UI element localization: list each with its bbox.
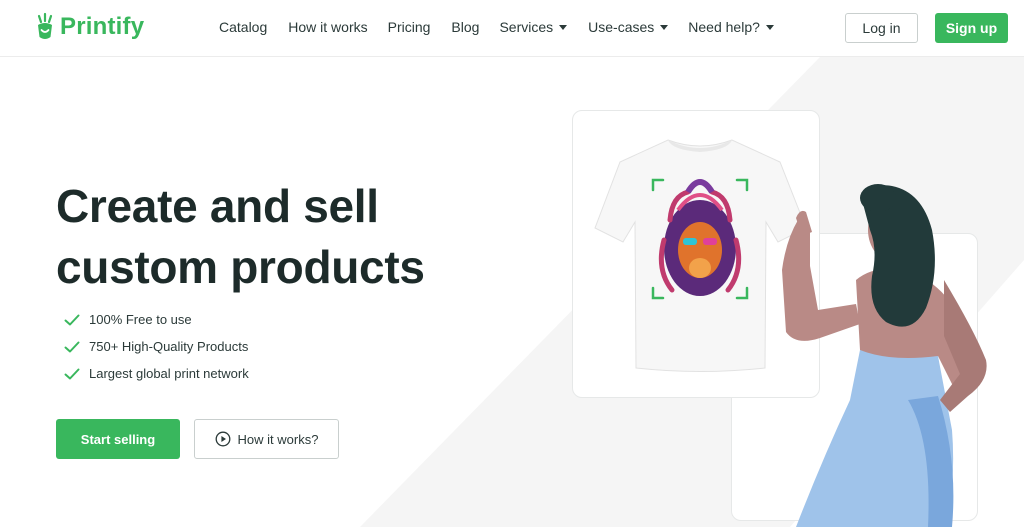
headline-line-1: Create and sell — [56, 180, 379, 232]
brand-name: Printify — [60, 13, 145, 40]
nav-item-use-cases[interactable]: Use-cases — [588, 19, 669, 35]
chevron-down-icon — [660, 25, 669, 30]
nav-label: Blog — [451, 19, 480, 35]
main-nav: Catalog How it works Pricing Blog Servic… — [219, 19, 774, 35]
nav-item-catalog[interactable]: Catalog — [219, 19, 267, 35]
nav-item-need-help[interactable]: Need help? — [688, 19, 774, 35]
top-navigation-bar: Printify Catalog How it works Pricing Bl… — [0, 0, 1024, 57]
nav-item-services[interactable]: Services — [499, 19, 568, 35]
nav-item-pricing[interactable]: Pricing — [388, 19, 431, 35]
start-selling-button[interactable]: Start selling — [56, 419, 180, 459]
headline-line-2: custom products — [56, 241, 425, 293]
signup-button[interactable]: Sign up — [935, 13, 1008, 43]
woman-illustration — [782, 184, 987, 527]
feature-item: 750+ High-Quality Products — [64, 333, 249, 360]
nav-label: Use-cases — [588, 19, 655, 35]
nav-label: Services — [499, 19, 554, 35]
how-it-works-button[interactable]: How it works? — [194, 419, 339, 459]
feature-text: 100% Free to use — [89, 312, 192, 327]
hero-headline: Create and sell custom products — [56, 176, 476, 298]
nav-label: Pricing — [387, 19, 431, 35]
check-icon — [64, 341, 80, 352]
nav-label: How it works — [288, 19, 368, 35]
feature-item: Largest global print network — [64, 360, 249, 387]
nav-label: Catalog — [219, 19, 268, 35]
tshirt-image — [594, 139, 807, 372]
how-it-works-label: How it works? — [237, 431, 319, 447]
printify-logo-icon — [37, 12, 53, 39]
nav-item-blog[interactable]: Blog — [451, 19, 479, 35]
check-icon — [64, 368, 80, 379]
feature-text: 750+ High-Quality Products — [89, 339, 249, 354]
play-icon — [215, 431, 230, 447]
feature-text: Largest global print network — [89, 366, 249, 381]
check-icon — [64, 314, 80, 325]
login-button[interactable]: Log in — [845, 13, 918, 43]
chevron-down-icon — [559, 25, 568, 30]
feature-list: 100% Free to use 750+ High-Quality Produ… — [64, 306, 249, 387]
feature-item: 100% Free to use — [64, 306, 249, 333]
brand-logo[interactable]: Printify — [34, 12, 144, 42]
hero-illustration — [594, 139, 987, 527]
page: Printify Catalog How it works Pricing Bl… — [0, 0, 1024, 527]
nav-item-how-it-works[interactable]: How it works — [288, 19, 367, 35]
chevron-down-icon — [765, 25, 774, 30]
nav-label: Need help? — [688, 19, 760, 35]
